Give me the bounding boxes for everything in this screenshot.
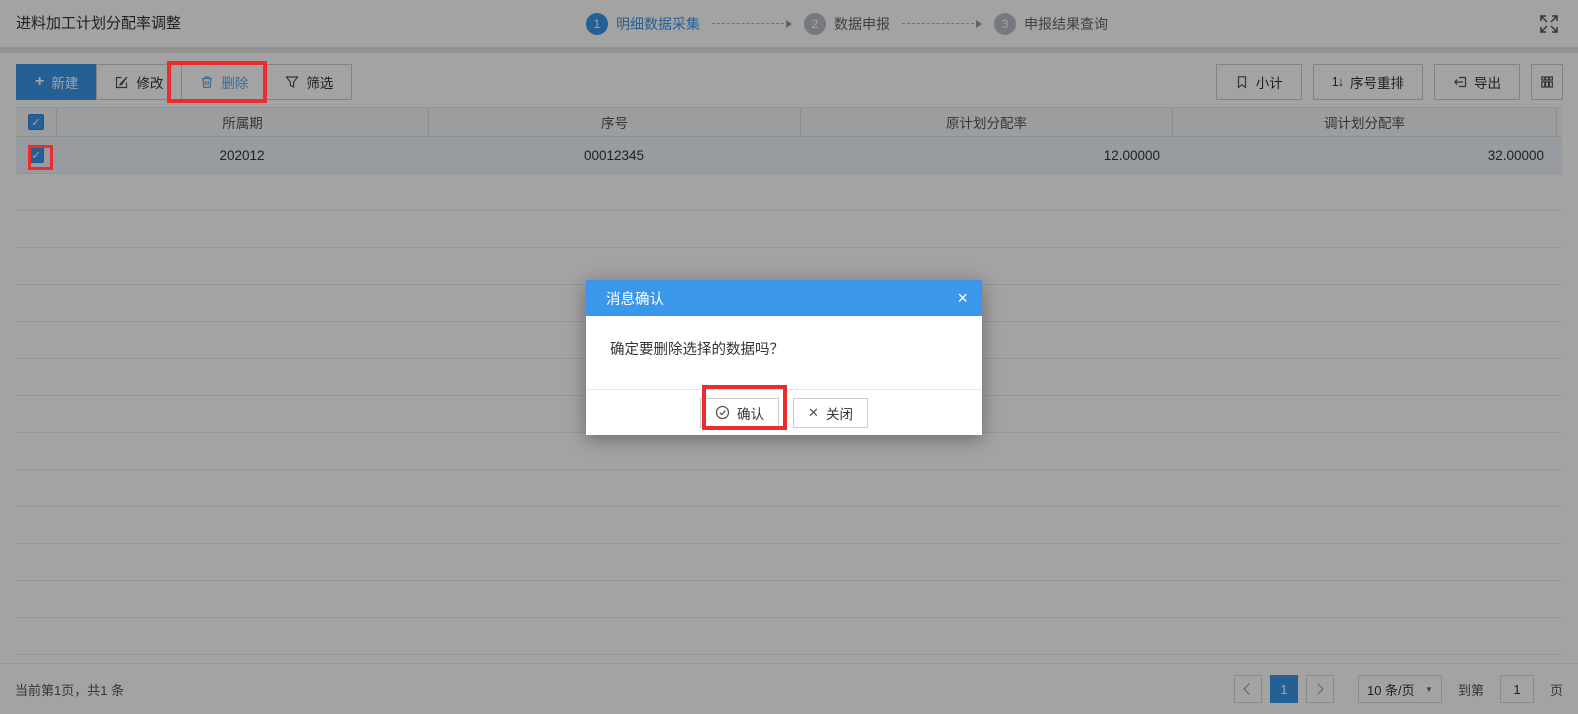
close-x-icon: ✕ — [808, 404, 819, 420]
confirm-dialog: 消息确认 × 确定要删除选择的数据吗？ 确认 ✕ 关闭 — [586, 280, 982, 435]
dialog-footer: 确认 ✕ 关闭 — [586, 389, 982, 435]
close-button[interactable]: ✕ 关闭 — [793, 397, 868, 428]
app-window: 进料加工计划分配率调整 1 明细数据采集 2 数据申报 3 申报结果查询 + 新… — [0, 0, 1578, 714]
dialog-title: 消息确认 — [606, 291, 664, 308]
check-circle-icon — [715, 405, 730, 420]
dialog-close-icon[interactable]: × — [957, 280, 968, 316]
confirm-button[interactable]: 确认 — [700, 397, 780, 428]
dialog-header: 消息确认 × — [586, 280, 982, 316]
dialog-message: 确定要删除选择的数据吗？ — [610, 342, 784, 358]
